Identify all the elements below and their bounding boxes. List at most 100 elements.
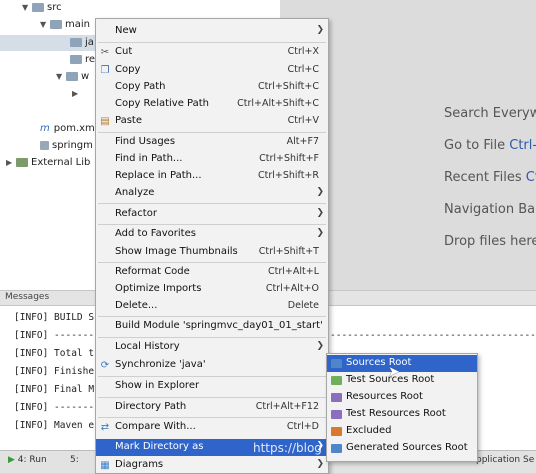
tree-item-external-libs[interactable]: ▶ External Lib <box>6 155 90 171</box>
diagram-icon: ▦ <box>100 460 110 471</box>
menu-separator <box>98 397 326 398</box>
menu-separator <box>98 417 326 418</box>
application-servers-tab[interactable]: pplication Se <box>476 455 534 465</box>
menu-item-cut[interactable]: ✂ Cut Ctrl+X <box>96 44 328 61</box>
menu-item-add-to-favorites[interactable]: Add to Favorites ❯ <box>96 226 328 243</box>
chevron-right-icon: ❯ <box>316 228 324 238</box>
menu-item-copy-relative-path[interactable]: Copy Relative Path Ctrl+Alt+Shift+C <box>96 96 328 113</box>
log-line: [INFO] Maven e <box>14 420 95 431</box>
folder-icon <box>50 19 62 29</box>
menu-item-find-in-path[interactable]: Find in Path... Ctrl+Shift+F <box>96 151 328 168</box>
menu-item-new[interactable]: New ❯ <box>96 23 328 40</box>
test-sources-folder-icon <box>331 376 342 385</box>
menu-separator <box>98 203 326 204</box>
log-line: [INFO] ------- <box>14 402 95 413</box>
chevron-down-icon[interactable]: ▼ <box>40 17 50 33</box>
log-line: [INFO] Final M <box>14 384 95 395</box>
log-line-trailing: ------------------------------------ <box>330 330 536 341</box>
menu-item-copy-path[interactable]: Copy Path Ctrl+Shift+C <box>96 79 328 96</box>
menu-item-directory-path[interactable]: Directory Path Ctrl+Alt+F12 <box>96 399 328 416</box>
folder-icon <box>70 54 82 64</box>
hint-goto-file: Go to File Ctrl- <box>444 138 536 153</box>
chevron-down-icon[interactable]: ▼ <box>22 0 32 16</box>
chevron-right-icon[interactable]: ▶ <box>6 155 16 171</box>
hint-drop-files: Drop files here <box>444 234 536 249</box>
run-tab[interactable]: ▶ 4: Run <box>8 455 47 465</box>
menu-separator <box>98 262 326 263</box>
submenu-item-test-resources-root[interactable]: Test Resources Root <box>327 406 477 423</box>
submenu-item-excluded[interactable]: Excluded <box>327 423 477 440</box>
menu-item-paste[interactable]: ▤ Paste Ctrl+V <box>96 113 328 130</box>
tree-item-resources[interactable]: re <box>60 52 95 68</box>
chevron-right-icon: ❯ <box>316 25 324 35</box>
maven-icon: m <box>40 123 50 134</box>
sources-root-folder-icon <box>331 359 342 368</box>
folder-icon <box>32 2 44 12</box>
log-line: [INFO] Total t <box>14 348 95 359</box>
chevron-right-icon: ❯ <box>316 341 324 351</box>
menu-item-compare-with[interactable]: ⇄ Compare With... Ctrl+D <box>96 419 328 436</box>
log-line: [INFO] ------- <box>14 330 95 341</box>
menu-separator <box>98 316 326 317</box>
test-resources-folder-icon <box>331 410 342 419</box>
menu-item-delete[interactable]: Delete... Delete <box>96 298 328 315</box>
tree-item-main[interactable]: ▼ main <box>40 17 90 33</box>
menu-separator <box>98 132 326 133</box>
menu-item-replace-in-path[interactable]: Replace in Path... Ctrl+Shift+R <box>96 168 328 185</box>
tree-item-java[interactable]: ja <box>60 35 94 51</box>
submenu-item-test-sources-root[interactable]: Test Sources Root <box>327 372 477 389</box>
menu-item-reformat-code[interactable]: Reformat Code Ctrl+Alt+L <box>96 264 328 281</box>
tree-item-pom[interactable]: m pom.xm <box>40 121 95 137</box>
menu-item-show-image-thumbnails[interactable]: Show Image Thumbnails Ctrl+Shift+T <box>96 244 328 261</box>
hint-navigation-bar: Navigation Bar <box>444 202 536 217</box>
compare-icon: ⇄ <box>100 422 110 433</box>
resources-folder-icon <box>331 393 342 402</box>
tree-item-webinf[interactable]: ▶ <box>72 86 82 102</box>
paste-icon: ▤ <box>100 116 110 127</box>
chevron-down-icon[interactable]: ▼ <box>56 69 66 85</box>
menu-separator <box>98 376 326 377</box>
mark-directory-submenu: Sources Root Test Sources Root Resources… <box>326 353 478 462</box>
sync-icon: ⟳ <box>100 360 110 371</box>
tree-item-src[interactable]: ▼ src <box>22 0 62 16</box>
menu-item-synchronize[interactable]: ⟳ Synchronize 'java' <box>96 357 328 374</box>
menu-item-local-history[interactable]: Local History ❯ <box>96 339 328 356</box>
chevron-right-icon: ❯ <box>316 459 324 469</box>
menu-item-refactor[interactable]: Refactor ❯ <box>96 206 328 223</box>
menu-separator <box>98 224 326 225</box>
log-line: [INFO] BUILD S <box>14 312 95 323</box>
chevron-right-icon: ❯ <box>316 208 324 218</box>
hint-recent-files: Recent Files Ct <box>444 170 536 185</box>
menu-item-diagrams[interactable]: ▦ Diagrams ❯ <box>96 457 328 474</box>
log-line: [INFO] Finishe <box>14 366 95 377</box>
menu-separator <box>98 337 326 338</box>
menu-item-build-module[interactable]: Build Module 'springmvc_day01_01_start' <box>96 318 328 335</box>
hint-search-everywhere: Search Everywh <box>444 106 536 121</box>
tree-item-iml[interactable]: springm <box>40 138 93 154</box>
excluded-folder-icon <box>331 427 342 436</box>
context-menu: New ❯ ✂ Cut Ctrl+X ❐ Copy Ctrl+C Copy Path Ctr… <box>95 18 329 474</box>
tab-5[interactable]: 5: <box>70 455 79 465</box>
folder-icon <box>66 71 78 81</box>
messages-title: Messages <box>5 292 50 302</box>
submenu-item-generated-sources-root[interactable]: Generated Sources Root <box>327 440 477 457</box>
menu-item-copy[interactable]: ❐ Copy Ctrl+C <box>96 62 328 79</box>
menu-item-show-in-explorer[interactable]: Show in Explorer <box>96 378 328 395</box>
library-icon <box>16 157 28 167</box>
menu-item-optimize-imports[interactable]: Optimize Imports Ctrl+Alt+O <box>96 281 328 298</box>
submenu-item-sources-root[interactable]: Sources Root <box>327 355 477 372</box>
submenu-item-resources-root[interactable]: Resources Root <box>327 389 477 406</box>
tree-item-webapp[interactable]: ▼ w <box>56 69 89 85</box>
scissors-icon: ✂ <box>100 47 110 58</box>
run-icon: ▶ <box>8 455 15 465</box>
mouse-cursor-icon: ➤ <box>388 364 400 380</box>
chevron-right-icon: ❯ <box>316 187 324 197</box>
menu-separator <box>98 42 326 43</box>
generated-sources-folder-icon <box>331 444 342 453</box>
watermark: https://blog <box>253 441 322 455</box>
menu-item-analyze[interactable]: Analyze ❯ <box>96 185 328 202</box>
file-icon <box>40 140 49 150</box>
copy-icon: ❐ <box>100 65 110 76</box>
chevron-right-icon[interactable]: ▶ <box>72 86 82 102</box>
menu-item-find-usages[interactable]: Find Usages Alt+F7 <box>96 134 328 151</box>
